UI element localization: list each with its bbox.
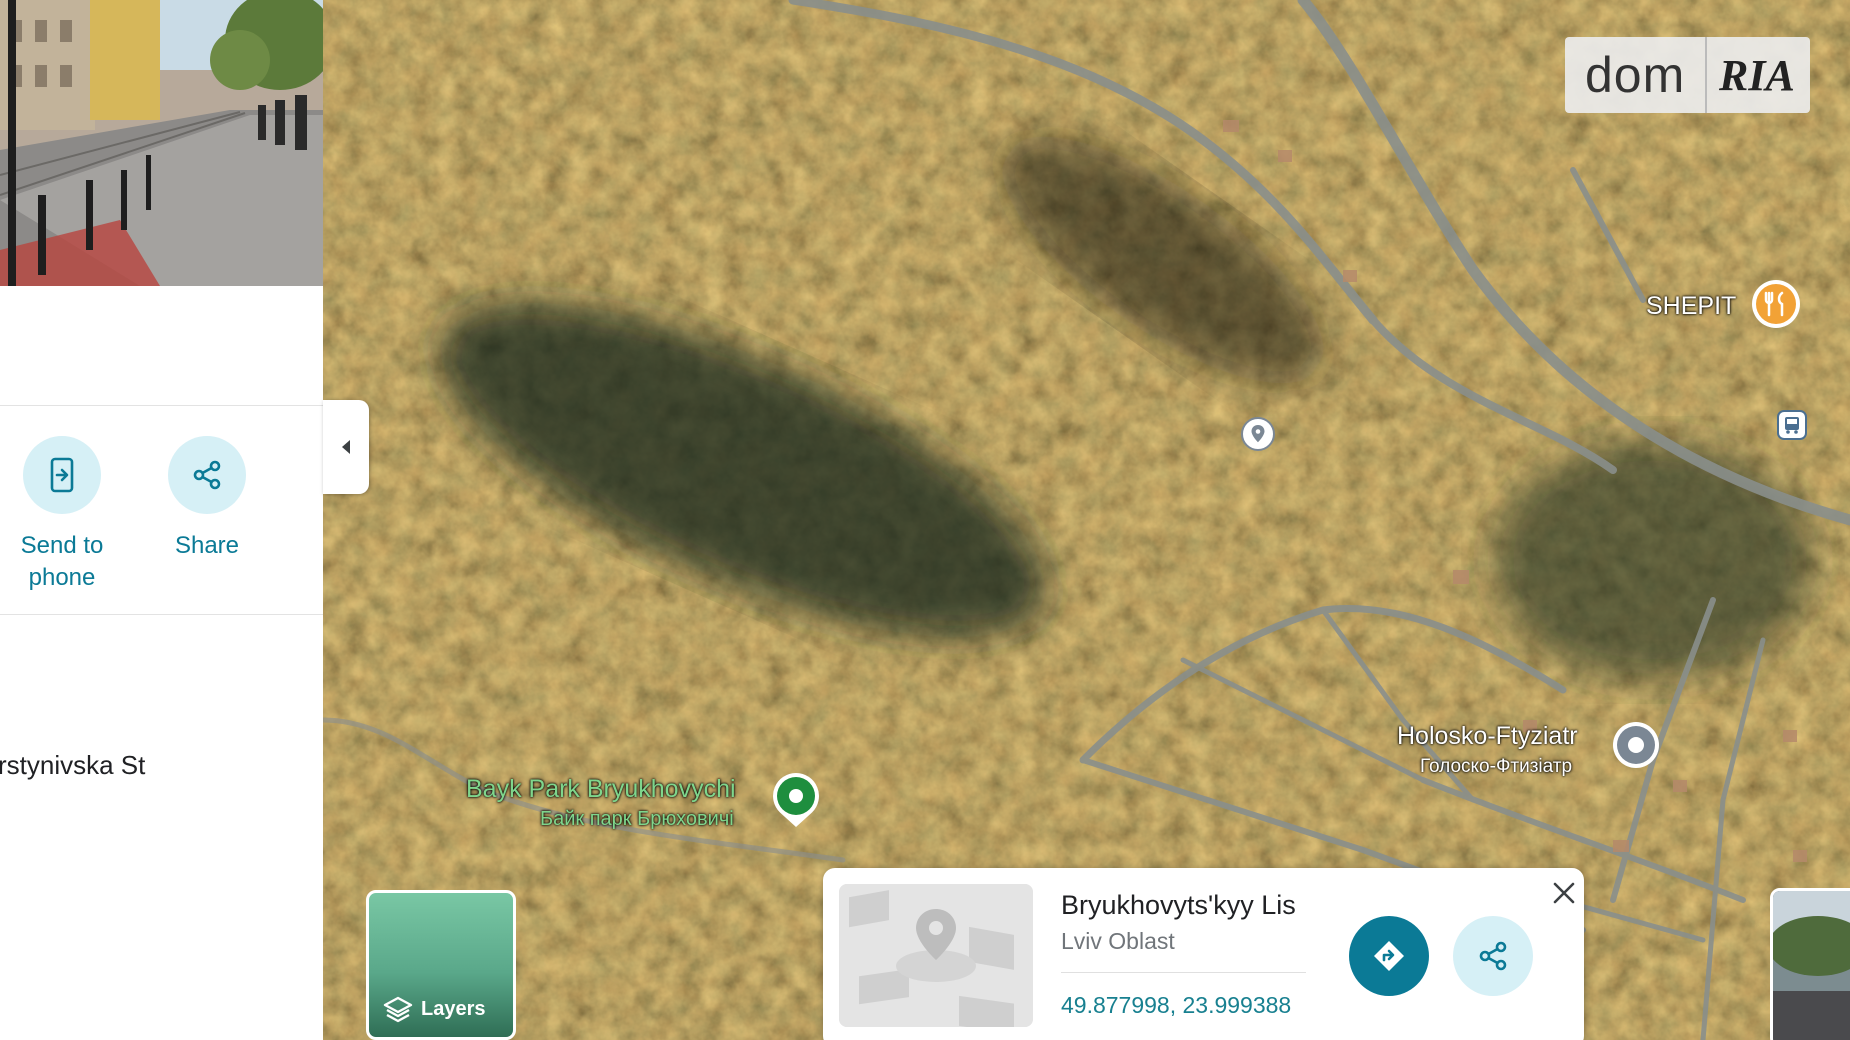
send-to-phone-label-1: Send to (20, 532, 104, 559)
collapse-panel-button[interactable] (323, 400, 369, 494)
layers-label: Layers (421, 997, 486, 1020)
place-photo[interactable] (0, 0, 323, 286)
place-label-bike-park[interactable]: Bayk Park Bryukhovychi (466, 775, 736, 804)
place-label-bike-park-alt: Байк парк Брюховичі (540, 808, 734, 830)
send-to-phone-button[interactable]: Send to phone (2, 436, 122, 594)
layers-button[interactable]: Layers (366, 890, 516, 1040)
address-text[interactable]: rstynivska St (0, 750, 145, 781)
dropped-pin-icon[interactable] (1240, 416, 1276, 456)
share-label: Share (174, 532, 240, 559)
send-to-phone-label-2: phone (28, 564, 96, 591)
place-info-card[interactable]: Bryukhovyts'kyy Lis Lviv Oblast 49.87799… (823, 868, 1584, 1040)
watermark-ria: RIA (1719, 50, 1795, 100)
place-label-holosko[interactable]: Holosko-Ftyziatr (1397, 722, 1578, 751)
chevron-left-icon (342, 440, 350, 454)
bus-stop-icon[interactable] (1777, 410, 1807, 440)
share-button[interactable]: Share (147, 436, 267, 562)
send-to-phone-icon (50, 457, 74, 493)
watermark-dom: dom (1585, 47, 1686, 103)
street-view-thumbnail[interactable] (1770, 888, 1850, 1040)
side-panel: Send to phone Share rstynivska St (0, 0, 323, 1040)
card-divider (1061, 972, 1306, 973)
panel-divider-bottom (0, 614, 323, 615)
card-share-button[interactable] (1453, 916, 1533, 996)
place-pin-icon[interactable] (1612, 721, 1660, 775)
share-icon (1479, 941, 1507, 971)
place-label-holosko-alt: Голоско-Фтизіатр (1420, 756, 1573, 777)
layers-icon (383, 996, 413, 1023)
restaurant-icon[interactable] (1750, 278, 1802, 334)
park-pin-icon[interactable] (771, 771, 821, 829)
place-region: Lviv Oblast (1061, 928, 1175, 954)
place-thumbnail[interactable] (839, 884, 1033, 1027)
watermark: dom RIA (1565, 37, 1810, 113)
maps-app: SHEPIT Holosko-Ftyziatr Голоско-Фтизіатр… (0, 0, 1850, 1040)
directions-icon (1374, 941, 1404, 971)
panel-divider-top (0, 405, 323, 406)
place-title: Bryukhovyts'kyy Lis (1061, 890, 1296, 920)
place-label-shepit[interactable]: SHEPIT (1646, 292, 1736, 321)
place-coordinates[interactable]: 49.877998, 23.999388 (1061, 992, 1291, 1019)
directions-button[interactable] (1349, 916, 1429, 996)
share-icon (193, 460, 221, 490)
close-icon[interactable] (1549, 878, 1579, 908)
